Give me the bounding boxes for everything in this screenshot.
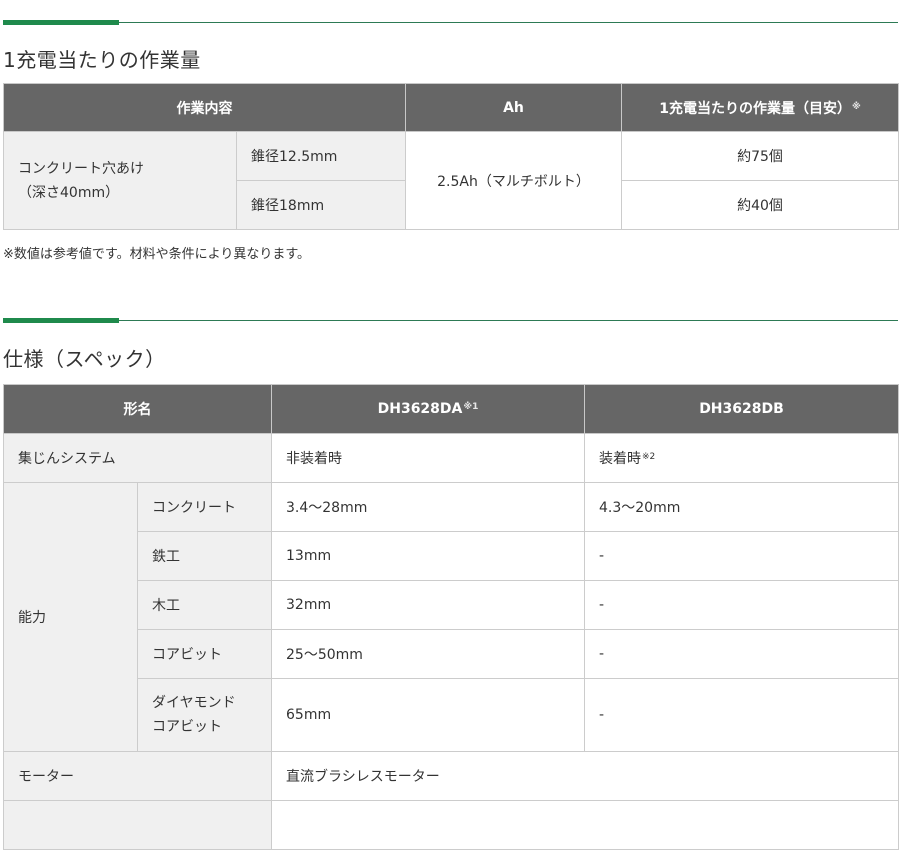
spec-table: 形名 DH3628DA※1 DH3628DB 集じんシステム 非装着時 装着時※…: [3, 384, 899, 850]
header-model: 形名: [3, 384, 272, 434]
section-rule-accent: [3, 20, 119, 25]
table-row: コアビット 25〜50mm -: [4, 629, 899, 679]
capacity-label: 能力: [3, 482, 138, 752]
material-cell: 木工: [137, 580, 272, 630]
header-amount-label: 1充電当たりの作業量（目安）: [659, 100, 851, 117]
amount-cell: 約75個: [621, 131, 899, 181]
table-row: ダイヤモンド コアビット 65mm -: [4, 678, 899, 752]
battery-cell: 2.5Ah（マルチボルト）: [405, 131, 622, 230]
dust-col2-label: 装着時: [599, 451, 641, 467]
spec-value-col1: 65mm: [271, 678, 585, 752]
work-amount-table: 作業内容 Ah 1充電当たりの作業量（目安）※ コンクリート穴あけ （深さ40m…: [3, 83, 899, 230]
section-title-spec: 仕様（スペック）: [3, 347, 166, 371]
header-col1: DH3628DA※1: [271, 384, 585, 434]
dust-col2: 装着時※2: [584, 433, 899, 483]
spec-value-col1: 3.4〜28mm: [271, 482, 585, 532]
material-cell: コアビット: [137, 629, 272, 679]
diameter-cell: 錐径12.5mm: [236, 131, 406, 181]
section-rule-accent: [3, 318, 119, 323]
diamond-line1: ダイヤモンド: [152, 695, 236, 711]
amount-cell: 約40個: [621, 180, 899, 230]
motor-label: モーター: [3, 751, 272, 801]
material-cell: コンクリート: [137, 482, 272, 532]
section-rule-spec: [3, 318, 898, 323]
material-cell: 鉄工: [137, 531, 272, 581]
table-header-row: 作業内容 Ah 1充電当たりの作業量（目安）※: [3, 83, 899, 132]
header-col1-label: DH3628DA: [377, 401, 463, 417]
material-cell: ダイヤモンド コアビット: [137, 678, 272, 752]
task-line2: （深さ40mm）: [18, 184, 120, 201]
table-row: 能力 コンクリート 3.4〜28mm 4.3〜20mm: [3, 482, 899, 752]
footnote: ※数値は参考値です。材料や条件により異なります。: [3, 247, 311, 262]
spec-value-col1: 25〜50mm: [271, 629, 585, 679]
dust-col2-note: ※2: [642, 452, 656, 462]
section-rule-work: [3, 20, 898, 25]
spec-value-col2: -: [584, 531, 899, 581]
spec-value-col1: 13mm: [271, 531, 585, 581]
partial-row-label: [3, 800, 272, 850]
header-amount-note: ※: [852, 101, 861, 112]
task-cell: コンクリート穴あけ （深さ40mm）: [3, 131, 237, 230]
table-header-row: 形名 DH3628DA※1 DH3628DB: [3, 384, 899, 434]
table-row: モーター 直流ブラシレスモーター: [3, 751, 899, 801]
header-ah: Ah: [405, 83, 622, 132]
spec-value-col2: -: [584, 678, 899, 752]
task-line1: コンクリート穴あけ: [18, 160, 144, 177]
header-work: 作業内容: [3, 83, 406, 132]
header-col1-note: ※1: [463, 402, 479, 412]
diamond-line2: コアビット: [152, 719, 222, 735]
partial-row-value: [271, 800, 899, 850]
spec-value-col2: -: [584, 580, 899, 630]
table-row: 木工 32mm -: [4, 580, 899, 630]
spec-value-col2: 4.3〜20mm: [584, 482, 899, 532]
dust-label: 集じんシステム: [3, 433, 272, 483]
diameter-cell: 錐径18mm: [236, 180, 406, 230]
spec-value-col1: 32mm: [271, 580, 585, 630]
section-title-work: 1充電当たりの作業量: [3, 48, 201, 72]
header-amount: 1充電当たりの作業量（目安）※: [621, 83, 899, 132]
table-row: 鉄工 13mm -: [4, 531, 899, 581]
table-row: 集じんシステム 非装着時 装着時※2: [3, 433, 899, 483]
spec-value-col2: -: [584, 629, 899, 679]
header-col2: DH3628DB: [584, 384, 899, 434]
table-row: [3, 800, 899, 850]
motor-value: 直流ブラシレスモーター: [271, 751, 899, 801]
table-row: コンクリート穴あけ （深さ40mm） 錐径12.5mm 2.5Ah（マルチボルト…: [3, 131, 899, 230]
dust-col1: 非装着時: [271, 433, 585, 483]
